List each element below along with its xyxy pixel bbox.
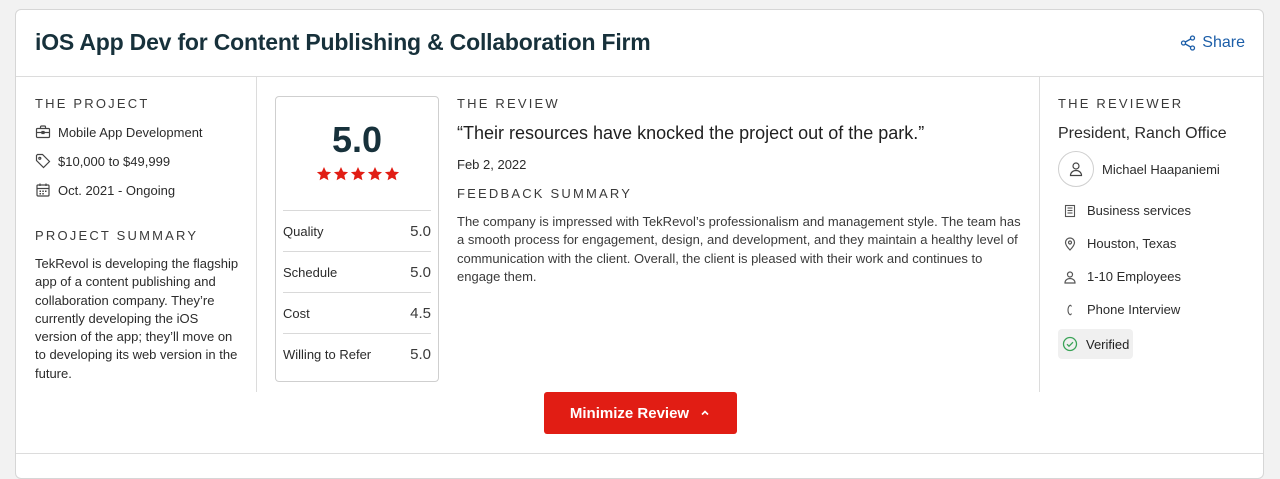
project-service: Mobile App Development (35, 124, 245, 140)
project-summary-text: TekRevol is developing the flagship app … (35, 256, 239, 381)
reviewer-industry: Business services (1063, 203, 1258, 218)
rating-row-quality: Quality 5.0 (283, 210, 431, 251)
rating-label: Schedule (283, 264, 338, 280)
reviewer-company-size: 1-10 Employees (1063, 269, 1258, 284)
rating-value: 4.5 (410, 304, 431, 322)
rating-value: 5.0 (410, 263, 431, 281)
briefcase-icon (35, 125, 51, 139)
verified-badge: Verified (1058, 329, 1134, 359)
review-title: iOS App Dev for Content Publishing & Col… (35, 29, 651, 55)
avatar (1058, 151, 1094, 187)
project-timeline: Oct. 2021 - Ongoing (35, 182, 245, 198)
review-quote: “Their resources have knocked the projec… (457, 123, 925, 143)
reviewer-name: Michael Haapaniemi (1102, 161, 1220, 177)
star-rating (316, 166, 400, 182)
star-icon (384, 167, 400, 181)
verified-label: Verified (1086, 336, 1130, 352)
review-header: iOS App Dev for Content Publishing & Col… (16, 10, 1263, 77)
project-summary-heading: PROJECT SUMMARY (35, 228, 199, 243)
reviewer-location-label: Houston, Texas (1087, 236, 1177, 251)
rating-box: 5.0 Quality 5.0 Schedule 5.0 Cost 4.5 Wi… (275, 96, 439, 382)
feedback-summary-heading: FEEDBACK SUMMARY (457, 186, 633, 201)
star-icon (367, 167, 383, 181)
project-heading: THE PROJECT (35, 96, 150, 111)
column-divider (1039, 77, 1040, 392)
person-icon (1064, 270, 1076, 284)
reviewer-title: President, Ranch Office (1058, 125, 1227, 142)
review-card: iOS App Dev for Content Publishing & Col… (15, 9, 1264, 479)
minimize-review-button[interactable]: Minimize Review (544, 392, 737, 434)
reviewer-interview-method-label: Phone Interview (1087, 302, 1181, 317)
share-button[interactable]: Share (1180, 34, 1245, 52)
review-heading: THE REVIEW (457, 96, 560, 111)
user-icon (1069, 162, 1083, 177)
review-column: THE REVIEW “Their resources have knocked… (457, 96, 1022, 286)
reviewer-heading: THE REVIEWER (1058, 96, 1184, 111)
column-divider (256, 77, 257, 392)
calendar-icon (36, 183, 50, 197)
rating-value: 5.0 (410, 345, 431, 363)
rating-row-schedule: Schedule 5.0 (283, 251, 431, 292)
overall-score: 5.0 (331, 119, 383, 160)
rating-value: 5.0 (410, 222, 431, 240)
star-icon (350, 167, 366, 181)
project-timeline-label: Oct. 2021 - Ongoing (58, 182, 176, 198)
review-date: Feb 2, 2022 (457, 157, 527, 172)
reviewer-industry-label: Business services (1087, 203, 1192, 218)
verified-check-icon (1062, 336, 1078, 352)
location-pin-icon (1064, 236, 1076, 251)
share-label: Share (1202, 34, 1245, 51)
rating-label: Cost (283, 305, 310, 321)
chevron-up-icon (701, 410, 709, 416)
project-column: THE PROJECT Mobile App Development $10,0… (35, 96, 245, 383)
reviewer-interview-method: Phone Interview (1063, 302, 1258, 317)
reviewer-identity: Michael Haapaniemi (1058, 151, 1258, 187)
star-icon (333, 167, 349, 181)
rating-row-cost: Cost 4.5 (283, 292, 431, 333)
building-icon (1064, 204, 1076, 217)
project-service-label: Mobile App Development (58, 124, 203, 140)
reviewer-company-size-label: 1-10 Employees (1087, 269, 1181, 284)
star-icon (316, 167, 332, 181)
reviewer-location: Houston, Texas (1063, 236, 1258, 251)
phone-icon (1067, 304, 1072, 315)
feedback-summary-text: The company is impressed with TekRevol’s… (457, 214, 1021, 284)
rating-label: Quality (283, 223, 324, 239)
price-tag-icon (35, 153, 51, 169)
rating-label: Willing to Refer (283, 346, 372, 362)
minimize-review-label: Minimize Review (569, 404, 690, 422)
project-budget-label: $10,000 to $49,999 (58, 153, 171, 169)
project-budget: $10,000 to $49,999 (35, 153, 245, 169)
reviewer-column: THE REVIEWER President, Ranch Office Mic… (1058, 96, 1258, 359)
share-icon (1181, 35, 1196, 51)
rating-row-willing-to-refer: Willing to Refer 5.0 (283, 333, 431, 374)
card-divider (16, 453, 1263, 454)
